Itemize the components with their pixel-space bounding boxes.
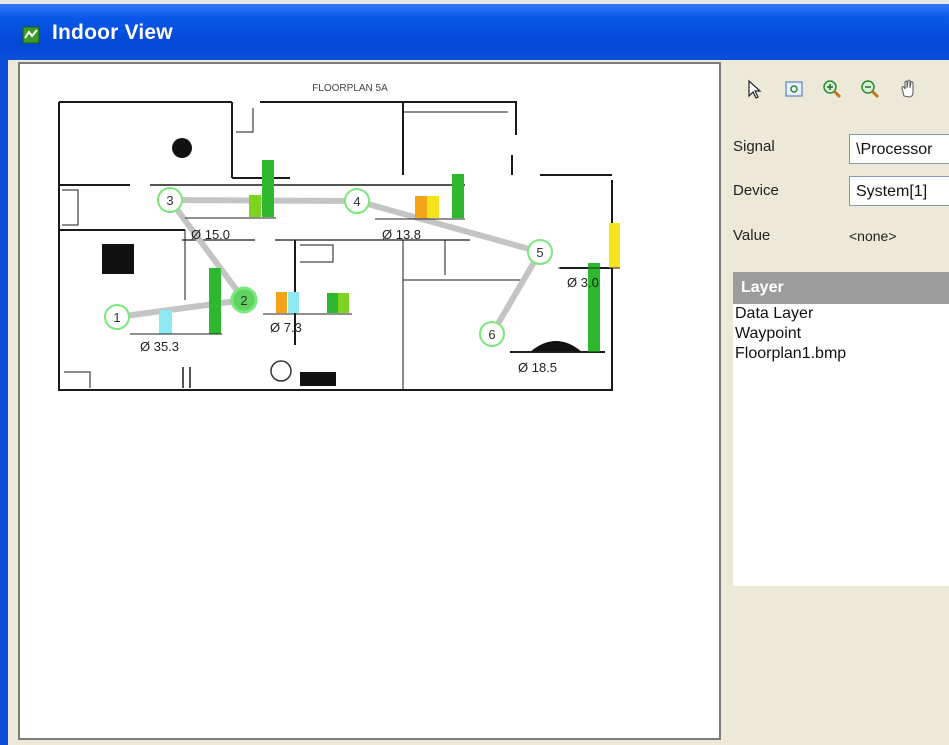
zoom-out-icon[interactable] xyxy=(857,76,883,102)
properties-panel: Signal \Processor Device System[1] Value… xyxy=(723,62,949,745)
svg-text:6: 6 xyxy=(488,327,495,342)
furniture-block xyxy=(300,372,336,386)
layer-item-data-layer[interactable]: Data Layer xyxy=(733,304,949,324)
waypoint-5[interactable]: 5 xyxy=(527,239,553,265)
select-tool-icon[interactable] xyxy=(741,76,767,102)
signal-bar xyxy=(209,268,221,334)
pillar-marker xyxy=(172,138,192,158)
window-title: Indoor View xyxy=(52,21,173,44)
arch-block xyxy=(530,341,582,352)
waypoint-3[interactable]: 3 xyxy=(157,187,183,213)
signal-bar xyxy=(609,223,620,268)
zoom-fit-icon[interactable] xyxy=(781,76,807,102)
reading-label: Ø 13.8 xyxy=(382,227,421,242)
device-field[interactable]: System[1] xyxy=(849,176,949,206)
value-label: Value xyxy=(733,227,771,244)
signal-bar xyxy=(159,310,172,334)
floorplan-map: FLOORPLAN 5A Ø 35.3 Ø 7.3 Ø 15.0 Ø 13.8 … xyxy=(58,83,620,391)
signal-bar xyxy=(452,174,464,218)
waypoint-2[interactable]: 2 xyxy=(230,286,258,314)
round-table xyxy=(270,360,292,382)
waypoint-6[interactable]: 6 xyxy=(479,321,505,347)
layer-list: Data Layer Waypoint Floorplan1.bmp xyxy=(733,304,949,586)
signal-label: Signal xyxy=(733,138,775,155)
signal-bar xyxy=(249,195,261,217)
signal-bar xyxy=(276,292,287,313)
reading-label: Ø 15.0 xyxy=(191,227,230,242)
window-frame xyxy=(0,60,8,745)
layer-column-header[interactable]: Layer xyxy=(733,272,949,304)
signal-field[interactable]: \Processor xyxy=(849,134,949,164)
value-text: <none> xyxy=(849,228,897,244)
reading-label: Ø 35.3 xyxy=(140,339,179,354)
waypoints: 1 2 3 4 5 6 xyxy=(104,187,553,347)
waypoint-4[interactable]: 4 xyxy=(344,188,370,214)
signal-bar xyxy=(415,196,427,218)
layer-item-waypoint[interactable]: Waypoint xyxy=(733,324,949,344)
device-label: Device xyxy=(733,182,779,199)
reading-label: Ø 18.5 xyxy=(518,360,557,375)
title-bar: Indoor View xyxy=(0,0,949,60)
signal-bar xyxy=(427,196,439,218)
signal-bar xyxy=(327,293,338,313)
signal-bar xyxy=(338,293,349,313)
svg-text:5: 5 xyxy=(536,245,543,260)
signal-bar xyxy=(262,160,274,217)
reading-label: Ø 3.0 xyxy=(567,275,599,290)
app-icon xyxy=(22,26,40,44)
layer-item-floorplan[interactable]: Floorplan1.bmp xyxy=(733,344,949,364)
svg-text:2: 2 xyxy=(240,293,247,308)
zoom-in-icon[interactable] xyxy=(819,76,845,102)
signal-bar xyxy=(288,292,299,313)
pan-hand-icon[interactable] xyxy=(895,76,921,102)
floorplan-title: FLOORPLAN 5A xyxy=(312,83,388,94)
svg-text:1: 1 xyxy=(113,310,120,325)
reading-label: Ø 7.3 xyxy=(270,320,302,335)
svg-text:3: 3 xyxy=(166,193,173,208)
column-block xyxy=(102,244,134,274)
waypoint-1[interactable]: 1 xyxy=(104,304,130,330)
svg-text:4: 4 xyxy=(353,194,360,209)
